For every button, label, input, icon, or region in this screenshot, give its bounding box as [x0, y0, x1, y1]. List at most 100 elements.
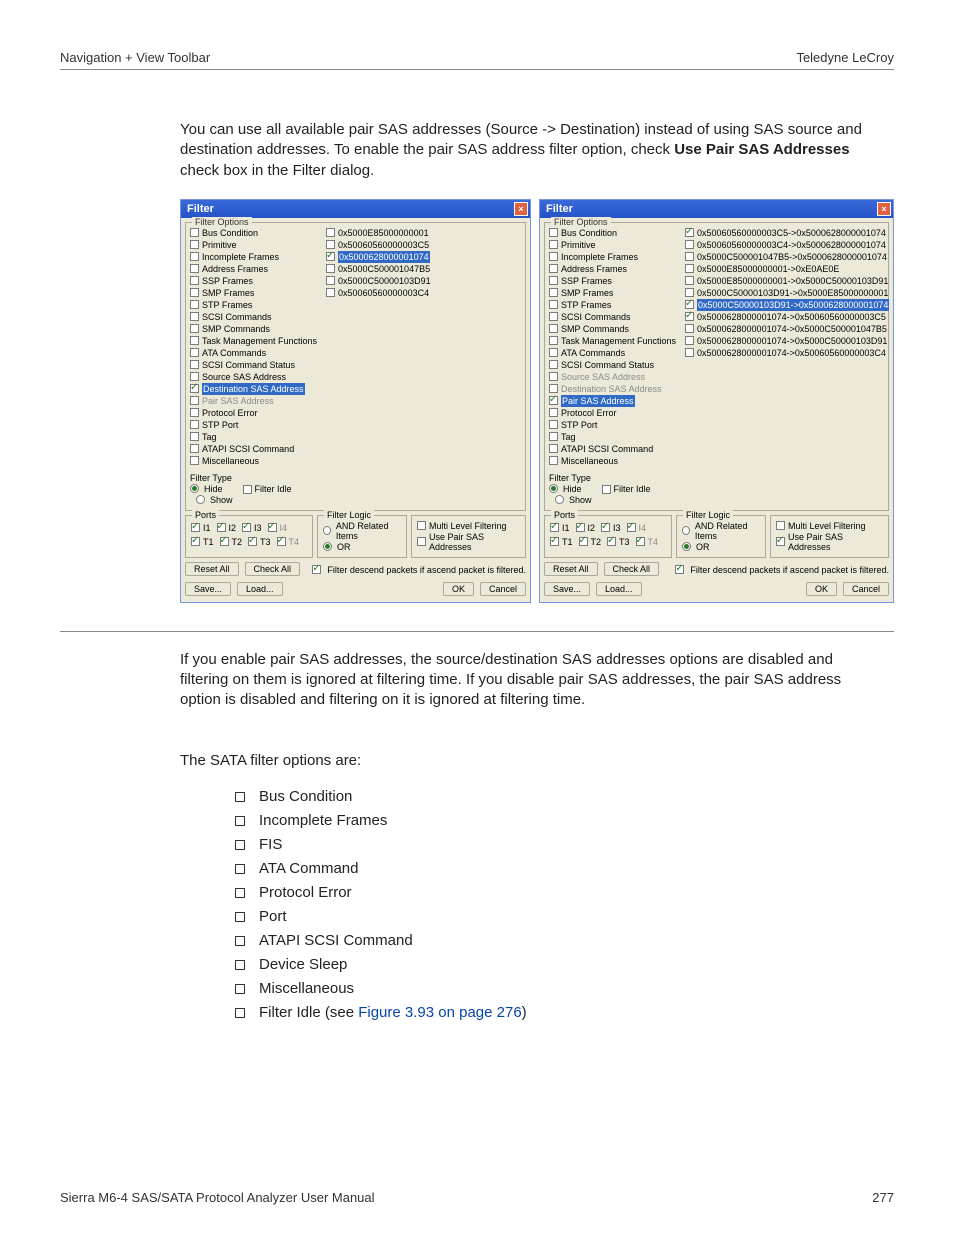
multi-level-filtering-checkbox[interactable]: Multi Level Filtering [776, 521, 883, 531]
tree-item[interactable]: SCSI Command Status [549, 359, 679, 371]
tree-item[interactable]: Task Management Functions [190, 335, 320, 347]
tree-item[interactable]: Address Frames [549, 263, 679, 275]
address-item[interactable]: 0x5000E85000000001 [326, 227, 521, 239]
port-checkbox[interactable]: I2 [576, 523, 596, 533]
save-button[interactable]: Save... [544, 582, 590, 596]
tree-item[interactable]: Pair SAS Address [549, 395, 679, 407]
address-item[interactable]: 0x5000C500001047B5->0x5000628000001074 [685, 251, 889, 263]
port-checkbox[interactable]: T4 [277, 537, 300, 547]
tree-item[interactable]: Tag [549, 431, 679, 443]
tree-item[interactable]: SCSI Command Status [190, 359, 320, 371]
port-checkbox[interactable]: T2 [579, 537, 602, 547]
cancel-button[interactable]: Cancel [843, 582, 889, 596]
save-button[interactable]: Save... [185, 582, 231, 596]
tree-item[interactable]: Incomplete Frames [190, 251, 320, 263]
port-checkbox[interactable]: I3 [242, 523, 262, 533]
port-checkbox[interactable]: T3 [248, 537, 271, 547]
radio-or[interactable]: OR [682, 542, 760, 552]
address-item[interactable]: 0x5000C50000103D91 [326, 275, 521, 287]
address-item[interactable]: 0x5000628000001074->0x50060560000003C4 [685, 347, 889, 359]
tree-item[interactable]: Destination SAS Address [190, 383, 320, 395]
tree-item[interactable]: SCSI Commands [549, 311, 679, 323]
radio-hide[interactable]: Hide [190, 484, 233, 494]
tree-item[interactable]: ATAPI SCSI Command [549, 443, 679, 455]
tree-item[interactable]: SCSI Commands [190, 311, 320, 323]
reset-all-button[interactable]: Reset All [544, 562, 598, 576]
radio-or[interactable]: OR [323, 542, 401, 552]
filter-descend-checkbox[interactable]: Filter descend packets if ascend packet … [675, 564, 889, 576]
address-item[interactable]: 0x5000628000001074->0x5000C50000103D91 [685, 335, 889, 347]
port-checkbox[interactable]: T2 [220, 537, 243, 547]
tree-item[interactable]: Protocol Error [549, 407, 679, 419]
address-item[interactable]: 0x50060560000003C5->0x5000628000001074 [685, 227, 889, 239]
tree-item[interactable]: SMP Commands [549, 323, 679, 335]
filter-tree[interactable]: Bus ConditionPrimitiveIncomplete FramesA… [190, 227, 320, 467]
tree-item[interactable]: Primitive [190, 239, 320, 251]
port-checkbox[interactable]: I1 [191, 523, 211, 533]
load-button[interactable]: Load... [237, 582, 283, 596]
tree-item[interactable]: Incomplete Frames [549, 251, 679, 263]
tree-item[interactable]: SMP Frames [190, 287, 320, 299]
tree-item[interactable]: Task Management Functions [549, 335, 679, 347]
tree-item[interactable]: Miscellaneous [190, 455, 320, 467]
load-button[interactable]: Load... [596, 582, 642, 596]
filter-descend-checkbox[interactable]: Filter descend packets if ascend packet … [312, 564, 526, 576]
tree-item[interactable]: ATA Commands [190, 347, 320, 359]
tree-item[interactable]: ATAPI SCSI Command [190, 443, 320, 455]
radio-hide[interactable]: Hide [549, 484, 592, 494]
tree-item[interactable]: STP Frames [190, 299, 320, 311]
close-icon[interactable]: × [877, 202, 891, 216]
tree-item[interactable]: SMP Frames [549, 287, 679, 299]
use-pair-sas-checkbox[interactable]: Use Pair SAS Addresses [417, 532, 520, 552]
address-item[interactable]: 0x5000628000001074 [326, 251, 521, 263]
check-all-button[interactable]: Check All [245, 562, 301, 576]
address-item[interactable]: 0x50060560000003C4->0x5000628000001074 [685, 239, 889, 251]
address-item[interactable]: 0x5000628000001074->0x5000C500001047B5 [685, 323, 889, 335]
tree-item[interactable]: SMP Commands [190, 323, 320, 335]
port-checkbox[interactable]: T4 [636, 537, 659, 547]
address-item[interactable]: 0x5000628000001074->0x50060560000003C5 [685, 311, 889, 323]
ok-button[interactable]: OK [806, 582, 837, 596]
reset-all-button[interactable]: Reset All [185, 562, 239, 576]
tree-item[interactable]: Address Frames [190, 263, 320, 275]
address-item[interactable]: 0x5000C50000103D91->0x5000628000001074 [685, 299, 889, 311]
tree-item[interactable]: Bus Condition [549, 227, 679, 239]
port-checkbox[interactable]: T1 [550, 537, 573, 547]
tree-item[interactable]: Primitive [549, 239, 679, 251]
filter-tree[interactable]: Bus ConditionPrimitiveIncomplete FramesA… [549, 227, 679, 467]
cancel-button[interactable]: Cancel [480, 582, 526, 596]
address-item[interactable]: 0x5000C50000103D91->0x5000E85000000001 [685, 287, 889, 299]
port-checkbox[interactable]: I4 [627, 523, 647, 533]
address-item[interactable]: 0x50060560000003C5 [326, 239, 521, 251]
address-list[interactable]: 0x5000E850000000010x50060560000003C50x50… [326, 227, 521, 467]
tree-item[interactable]: STP Port [549, 419, 679, 431]
multi-level-filtering-checkbox[interactable]: Multi Level Filtering [417, 521, 520, 531]
address-item[interactable]: 0x5000E85000000001->0xE0AE0E [685, 263, 889, 275]
use-pair-sas-checkbox[interactable]: Use Pair SAS Addresses [776, 532, 883, 552]
ok-button[interactable]: OK [443, 582, 474, 596]
address-item[interactable]: 0x5000E85000000001->0x5000C50000103D91 [685, 275, 889, 287]
port-checkbox[interactable]: I2 [217, 523, 237, 533]
tree-item[interactable]: Bus Condition [190, 227, 320, 239]
port-checkbox[interactable]: I1 [550, 523, 570, 533]
tree-item[interactable]: Pair SAS Address [190, 395, 320, 407]
tree-item[interactable]: Protocol Error [190, 407, 320, 419]
tree-item[interactable]: STP Port [190, 419, 320, 431]
tree-item[interactable]: Destination SAS Address [549, 383, 679, 395]
check-all-button[interactable]: Check All [604, 562, 660, 576]
radio-and[interactable]: AND Related Items [682, 521, 760, 541]
tree-item[interactable]: Source SAS Address [549, 371, 679, 383]
tree-item[interactable]: ATA Commands [549, 347, 679, 359]
port-checkbox[interactable]: T1 [191, 537, 214, 547]
filter-idle-checkbox[interactable]: Filter Idle [243, 484, 292, 494]
filter-idle-checkbox[interactable]: Filter Idle [602, 484, 651, 494]
port-checkbox[interactable]: T3 [607, 537, 630, 547]
tree-item[interactable]: SSP Frames [190, 275, 320, 287]
address-pair-list[interactable]: 0x50060560000003C5->0x50006280000010740x… [685, 227, 889, 467]
tree-item[interactable]: STP Frames [549, 299, 679, 311]
radio-show[interactable]: Show [555, 495, 592, 505]
close-icon[interactable]: × [514, 202, 528, 216]
figure-link[interactable]: Figure 3.93 on page 276 [358, 1004, 521, 1021]
tree-item[interactable]: SSP Frames [549, 275, 679, 287]
port-checkbox[interactable]: I4 [268, 523, 288, 533]
